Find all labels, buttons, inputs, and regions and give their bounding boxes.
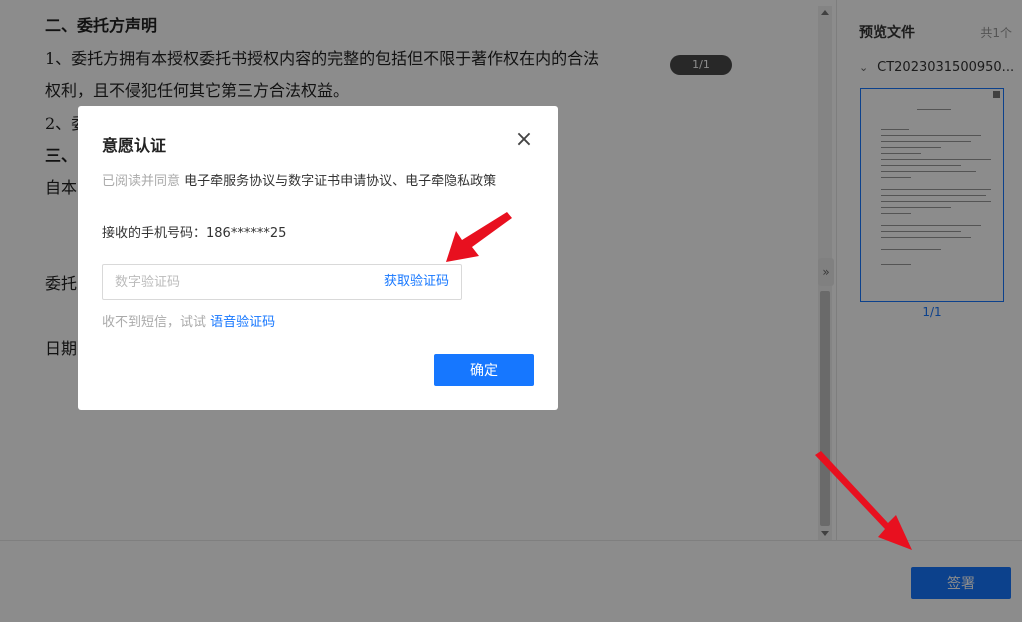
verification-code-input[interactable] [103, 265, 363, 299]
agreement-notice: 已阅读并同意 电子牵服务协议与数字证书申请协议、电子牵隐私政策 [102, 170, 496, 189]
voice-code-prefix: 收不到短信，试试 [102, 315, 207, 330]
get-code-button[interactable]: 获取验证码 [384, 265, 449, 299]
verification-code-field: 获取验证码 [102, 264, 462, 300]
phone-value: 186******25 [206, 226, 287, 241]
phone-number-row: 接收的手机号码：186******25 [102, 222, 286, 241]
voice-code-link[interactable]: 语音验证码 [210, 315, 275, 330]
voice-code-row: 收不到短信，试试 语音验证码 [102, 311, 275, 330]
close-icon[interactable]: × [514, 129, 534, 151]
phone-label: 接收的手机号码： [102, 226, 207, 241]
agreement-prefix: 已阅读并同意 [102, 174, 181, 189]
confirm-button[interactable]: 确定 [434, 354, 534, 386]
agreement-link[interactable]: 电子牵服务协议与数字证书申请协议、电子牵隐私政策 [184, 174, 496, 189]
dialog-title: 意愿认证 [102, 136, 167, 155]
intent-verification-dialog: 意愿认证 × 已阅读并同意 电子牵服务协议与数字证书申请协议、电子牵隐私政策 接… [78, 106, 558, 410]
